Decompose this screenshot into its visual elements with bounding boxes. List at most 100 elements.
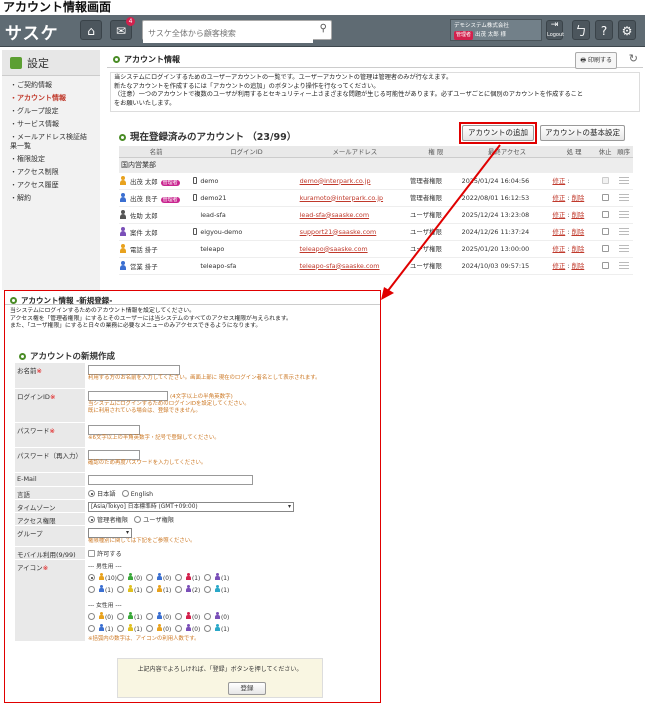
- app-logo[interactable]: サスケ: [5, 19, 59, 44]
- icon-radio[interactable]: [88, 613, 95, 620]
- icon-option[interactable]: (0): [175, 612, 204, 624]
- icon-radio[interactable]: [117, 586, 124, 593]
- icon-radio[interactable]: [175, 625, 182, 632]
- icon-radio[interactable]: [88, 625, 95, 632]
- mobile-checkbox[interactable]: [88, 550, 95, 557]
- icon-option[interactable]: (1): [117, 585, 146, 597]
- logout-button[interactable]: ⇥ Logout: [546, 20, 564, 40]
- perm-admin-radio[interactable]: [88, 516, 95, 523]
- edit-link[interactable]: 修正: [552, 245, 565, 253]
- email-link[interactable]: demo@interpark.co.jp: [300, 177, 371, 185]
- edit-link[interactable]: 修正: [552, 228, 565, 236]
- icon-option[interactable]: (1): [175, 573, 204, 585]
- password2-input[interactable]: [88, 450, 140, 460]
- icon-option[interactable]: (0): [146, 573, 175, 585]
- icon-radio[interactable]: [146, 586, 153, 593]
- icon-option[interactable]: (1): [146, 585, 175, 597]
- password-input[interactable]: [88, 425, 140, 435]
- icon-option[interactable]: (1): [88, 585, 117, 597]
- register-button[interactable]: 登録: [228, 682, 266, 695]
- icon-radio[interactable]: [204, 625, 211, 632]
- icon-option[interactable]: (1): [204, 624, 233, 636]
- icon-option[interactable]: (0): [146, 612, 175, 624]
- icon-radio[interactable]: [204, 574, 211, 581]
- sidebar-item-service[interactable]: ・サービス情報: [2, 118, 100, 131]
- col-last-access[interactable]: 最終アクセス: [461, 146, 553, 158]
- email-link[interactable]: support21@saaske.com: [300, 228, 377, 236]
- icon-option[interactable]: (10): [88, 573, 117, 585]
- icon-radio[interactable]: [146, 613, 153, 620]
- tz-select[interactable]: [Asia/Tokyo] 日本標準時 (GMT+09:00) ▾: [88, 502, 294, 512]
- search-input[interactable]: [143, 24, 313, 43]
- sidebar-item-access-history[interactable]: ・アクセス履歴: [2, 179, 100, 192]
- email-link[interactable]: teleapo-sfa@saaske.com: [300, 262, 380, 270]
- email-link[interactable]: kuramoto@interpark.co.jp: [300, 194, 383, 202]
- icon-radio[interactable]: [175, 586, 182, 593]
- print-button[interactable]: 🖶 印刷する: [575, 52, 617, 69]
- suspend-checkbox[interactable]: [601, 227, 609, 235]
- home-icon[interactable]: ⌂: [80, 20, 102, 40]
- sidebar-item-email-verify[interactable]: ・メールアドレス検証結果一覧: [2, 131, 100, 153]
- icon-radio[interactable]: [175, 613, 182, 620]
- icon-option[interactable]: (0): [146, 624, 175, 636]
- saaske-icon[interactable]: ㄅ: [572, 20, 590, 40]
- edit-link[interactable]: 修正: [552, 211, 565, 219]
- refresh-icon[interactable]: ↻: [629, 52, 638, 65]
- email-link[interactable]: lead-sfa@saaske.com: [300, 211, 369, 219]
- sidebar-item-permissions[interactable]: ・権限設定: [2, 153, 100, 166]
- delete-link[interactable]: 削除: [571, 262, 584, 270]
- drag-handle-icon[interactable]: [618, 227, 629, 235]
- icon-radio[interactable]: [146, 574, 153, 581]
- delete-link[interactable]: 削除: [571, 245, 584, 253]
- icon-radio[interactable]: [88, 574, 95, 581]
- icon-option[interactable]: (1): [204, 573, 233, 585]
- delete-link[interactable]: 削除: [571, 211, 584, 219]
- icon-option[interactable]: (0): [117, 573, 146, 585]
- help-button[interactable]: ?: [595, 20, 613, 40]
- edit-link[interactable]: 修正: [552, 194, 565, 202]
- icon-radio[interactable]: [204, 586, 211, 593]
- icon-option[interactable]: (0): [88, 612, 117, 624]
- search-icon[interactable]: ⚲: [320, 23, 327, 34]
- login-input[interactable]: [88, 391, 168, 401]
- icon-option[interactable]: (1): [88, 624, 117, 636]
- icon-option[interactable]: (2): [175, 585, 204, 597]
- group-select[interactable]: ▾: [88, 528, 132, 538]
- col-name[interactable]: 名前: [119, 146, 194, 158]
- icon-option[interactable]: (0): [175, 624, 204, 636]
- drag-handle-icon[interactable]: [618, 210, 629, 218]
- suspend-checkbox[interactable]: [601, 176, 609, 184]
- notification-icon[interactable]: ✉ 4: [110, 17, 135, 40]
- drag-handle-icon[interactable]: [618, 261, 629, 269]
- suspend-checkbox[interactable]: [601, 261, 609, 269]
- drag-handle-icon[interactable]: [618, 244, 629, 252]
- drag-handle-icon[interactable]: [618, 176, 629, 184]
- icon-option[interactable]: (0): [204, 612, 233, 624]
- icon-radio[interactable]: [204, 613, 211, 620]
- col-role[interactable]: 権 限: [410, 146, 462, 158]
- icon-radio[interactable]: [117, 625, 124, 632]
- icon-option[interactable]: (1): [117, 624, 146, 636]
- suspend-checkbox[interactable]: [601, 244, 609, 252]
- col-email[interactable]: メールアドレス: [299, 146, 411, 158]
- edit-link[interactable]: 修正: [552, 262, 565, 270]
- sidebar-item-group[interactable]: ・グループ設定: [2, 105, 100, 118]
- lang-en-radio[interactable]: [121, 490, 129, 497]
- icon-radio[interactable]: [88, 586, 95, 593]
- suspend-checkbox[interactable]: [601, 193, 609, 201]
- suspend-checkbox[interactable]: [601, 210, 609, 218]
- icon-option[interactable]: (1): [117, 612, 146, 624]
- sidebar-item-account[interactable]: ・アカウント情報: [2, 92, 100, 105]
- delete-link[interactable]: 削除: [571, 194, 584, 202]
- sidebar-item-access-limit[interactable]: ・アクセス制限: [2, 166, 100, 179]
- drag-handle-icon[interactable]: [618, 193, 629, 201]
- gear-icon[interactable]: ⚙: [618, 20, 636, 40]
- sidebar-item-contract[interactable]: ・ご契約情報: [2, 79, 100, 92]
- email-link[interactable]: teleapo@saaske.com: [300, 245, 368, 253]
- icon-radio[interactable]: [146, 625, 153, 632]
- edit-link[interactable]: 修正: [552, 177, 565, 185]
- perm-user-radio[interactable]: [134, 516, 142, 523]
- lang-ja-radio[interactable]: [88, 490, 95, 497]
- icon-radio[interactable]: [175, 574, 182, 581]
- account-settings-button[interactable]: アカウントの基本設定: [540, 125, 625, 141]
